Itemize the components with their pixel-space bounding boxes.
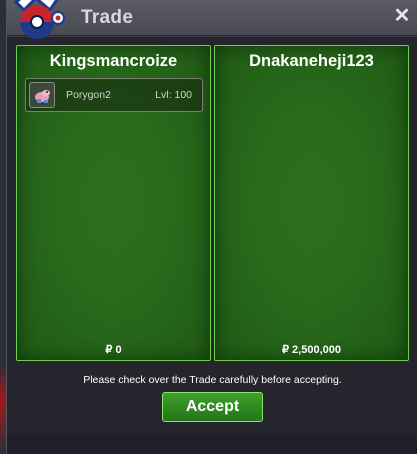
item-name: Porygon2 — [66, 89, 111, 101]
trade-item-row[interactable]: Porygon2 Lvl: 100 — [25, 78, 203, 112]
player-name: Kingsmancroize — [49, 52, 178, 70]
title-bar[interactable]: Trade ✕ — [7, 0, 417, 36]
window-footer — [7, 435, 417, 454]
player-name: Dnakaneheji123 — [249, 52, 374, 70]
item-level: Lvl: 100 — [155, 89, 192, 101]
trade-panel-partner: Dnakaneheji123 ₽ 2,500,000 — [214, 45, 409, 361]
trade-panel-self: Kingsmancroize Porygon2 Lvl: 100 ₽ 0 — [16, 45, 211, 361]
pokeball-logo-icon — [13, 0, 65, 39]
window-title: Trade — [81, 7, 134, 28]
game-screen: Trade ✕ Kingsmancroize Porygon2 Lvl: 100… — [0, 0, 417, 454]
trade-notice: Please check over the Trade carefully be… — [83, 374, 342, 386]
trade-body: Kingsmancroize Porygon2 Lvl: 100 ₽ 0 Dna… — [7, 37, 417, 454]
money-offer: ₽ 0 — [105, 344, 122, 356]
money-offer: ₽ 2,500,000 — [282, 344, 341, 356]
close-button[interactable]: ✕ — [392, 6, 412, 26]
accept-button[interactable]: Accept — [162, 392, 263, 422]
porygon2-sprite-icon — [29, 82, 55, 108]
trade-window: Trade ✕ Kingsmancroize Porygon2 Lvl: 100… — [6, 0, 417, 454]
